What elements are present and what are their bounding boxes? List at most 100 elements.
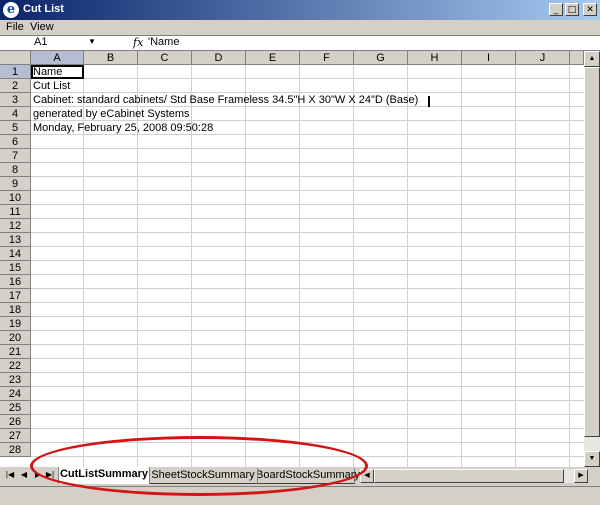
column-header-c[interactable]: C: [138, 51, 192, 65]
active-cell-cursor: [31, 65, 84, 79]
row-header-14[interactable]: 14: [0, 247, 31, 261]
grid-vline: [299, 65, 300, 467]
grid-hline: [31, 218, 584, 219]
grid-vline: [569, 65, 570, 467]
grid-hline: [31, 260, 584, 261]
grid-hline: [31, 400, 584, 401]
name-box-dropdown-icon[interactable]: ▼: [88, 37, 96, 46]
row-header-27[interactable]: 27: [0, 429, 31, 443]
title-bar: e Cut List _ □ ✕: [0, 0, 600, 20]
row-header-6[interactable]: 6: [0, 135, 31, 149]
row-header-10[interactable]: 10: [0, 191, 31, 205]
column-header-g[interactable]: G: [354, 51, 408, 65]
grid-hline: [31, 414, 584, 415]
grid-hline: [31, 344, 584, 345]
highlight-ellipse: [30, 436, 368, 496]
row-header-5[interactable]: 5: [0, 121, 31, 135]
window-title: Cut List: [23, 3, 64, 15]
grid-hline: [31, 274, 584, 275]
grid-hline: [31, 358, 584, 359]
select-all-corner[interactable]: [0, 51, 31, 65]
grid-hline: [31, 302, 584, 303]
grid-hline: [31, 330, 584, 331]
cell-a2[interactable]: Cut List: [33, 79, 70, 93]
grid-hline: [31, 372, 584, 373]
row-header-16[interactable]: 16: [0, 275, 31, 289]
horizontal-scroll-thumb[interactable]: [374, 469, 564, 483]
row-header-20[interactable]: 20: [0, 331, 31, 345]
formula-input[interactable]: 'Name: [148, 36, 179, 48]
row-header-23[interactable]: 23: [0, 373, 31, 387]
row-header-17[interactable]: 17: [0, 289, 31, 303]
column-header-filler: [570, 51, 584, 65]
grid-hline: [31, 148, 584, 149]
prev-sheet-button[interactable]: ◀: [18, 469, 30, 481]
row-header-21[interactable]: 21: [0, 345, 31, 359]
cell-a3[interactable]: Cabinet: standard cabinets/ Std Base Fra…: [33, 93, 418, 107]
grid-vline: [461, 65, 462, 467]
vertical-scrollbar[interactable]: ▲ ▼: [584, 51, 600, 467]
column-header-d[interactable]: D: [192, 51, 246, 65]
row-header-25[interactable]: 25: [0, 401, 31, 415]
maximize-button[interactable]: □: [565, 3, 579, 16]
spreadsheet-grid[interactable]: ABCDEFGHIJ 1 2 3 4 5 6 7 8 9 10 11 12 13 14 15 16 17 18 19…: [0, 51, 584, 467]
scroll-down-button[interactable]: ▼: [584, 451, 600, 467]
row-header-19[interactable]: 19: [0, 317, 31, 331]
column-header-a[interactable]: A: [31, 51, 84, 65]
grid-hline: [31, 232, 584, 233]
app-icon: e: [3, 2, 19, 18]
grid-hline: [31, 246, 584, 247]
text-caret: [428, 96, 430, 107]
grid-hline: [31, 204, 584, 205]
row-header-26[interactable]: 26: [0, 415, 31, 429]
column-header-j[interactable]: J: [516, 51, 570, 65]
scroll-right-button[interactable]: ▶: [574, 469, 588, 483]
grid-vline: [407, 65, 408, 467]
grid-hline: [31, 162, 584, 163]
cell-a5[interactable]: Monday, February 25, 2008 09:50:28: [33, 121, 213, 135]
minimize-button[interactable]: _: [549, 3, 563, 16]
menu-file[interactable]: File: [6, 21, 24, 33]
row-header-22[interactable]: 22: [0, 359, 31, 373]
name-box[interactable]: A1 ▼: [4, 36, 96, 49]
row-header-28[interactable]: 28: [0, 443, 31, 457]
grid-hline: [31, 316, 584, 317]
horizontal-scrollbar[interactable]: ◀ ▶: [360, 469, 600, 483]
row-header-2[interactable]: 2: [0, 79, 31, 93]
grid-hline: [31, 176, 584, 177]
vertical-scroll-thumb[interactable]: [584, 67, 600, 437]
grid-hline: [31, 78, 584, 79]
row-header-7[interactable]: 7: [0, 149, 31, 163]
scroll-up-button[interactable]: ▲: [584, 51, 600, 67]
row-header-4[interactable]: 4: [0, 107, 31, 121]
formula-bar: A1 ▼ fx 'Name: [0, 35, 600, 51]
column-header-h[interactable]: H: [408, 51, 462, 65]
grid-vline: [515, 65, 516, 467]
grid-vline: [353, 65, 354, 467]
row-header-12[interactable]: 12: [0, 219, 31, 233]
row-header-9[interactable]: 9: [0, 177, 31, 191]
row-header-18[interactable]: 18: [0, 303, 31, 317]
row-header-8[interactable]: 8: [0, 163, 31, 177]
grid-hline: [31, 190, 584, 191]
row-header-13[interactable]: 13: [0, 233, 31, 247]
row-header-24[interactable]: 24: [0, 387, 31, 401]
column-header-f[interactable]: F: [300, 51, 354, 65]
first-sheet-button[interactable]: |◀: [4, 469, 16, 481]
cell-a4[interactable]: generated by eCabinet Systems: [33, 107, 190, 121]
column-header-e[interactable]: E: [246, 51, 300, 65]
column-header-i[interactable]: I: [462, 51, 516, 65]
close-button[interactable]: ✕: [583, 3, 597, 16]
name-box-value: A1: [34, 36, 48, 48]
menu-view[interactable]: View: [30, 21, 54, 33]
grid-hline: [31, 428, 584, 429]
column-header-b[interactable]: B: [84, 51, 138, 65]
grid-vline: [245, 65, 246, 467]
row-header-1[interactable]: 1: [0, 65, 31, 79]
fx-icon[interactable]: fx: [133, 36, 143, 49]
row-header-3[interactable]: 3: [0, 93, 31, 107]
grid-hline: [31, 288, 584, 289]
row-header-11[interactable]: 11: [0, 205, 31, 219]
grid-hline: [31, 386, 584, 387]
row-header-15[interactable]: 15: [0, 261, 31, 275]
